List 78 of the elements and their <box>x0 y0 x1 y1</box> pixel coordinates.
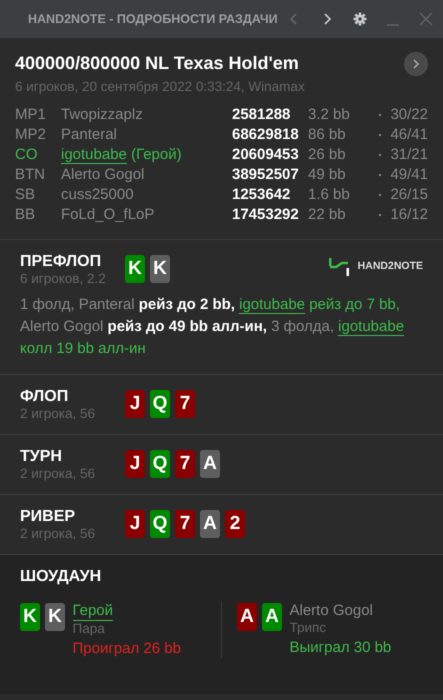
action-log: 1 фолд, Panteral рейз до 2 bb, igotubabe рейз до 7 bb, Alerto Gogol рейз до 49 bb алл-ин, 3 фолда, igotubabe колл 19 bb алл-ин <box>20 295 406 360</box>
playing-card: A <box>237 603 257 632</box>
player-name: FoLd_O_fLoP <box>61 206 154 223</box>
playing-card: K <box>150 254 170 283</box>
stack-cell-text: 3.2 bb <box>308 104 351 125</box>
player-name: Alerto Gogol <box>290 601 374 620</box>
section-title: ШОУДАУН <box>20 567 102 586</box>
street-info: 2 игрока, 56 <box>20 466 96 482</box>
position-cell-text: SB <box>15 184 36 205</box>
player-name: Twopizzaplz <box>61 106 143 123</box>
street-name: ПРЕФЛОП <box>20 252 102 271</box>
position-cell-text: MP2 <box>15 124 47 145</box>
street-name: РИВЕР <box>20 507 76 526</box>
player-id: 1253642 <box>232 184 292 205</box>
player-link[interactable]: igotubabe <box>61 146 127 164</box>
playing-card: Q <box>150 510 170 538</box>
playing-card: A <box>262 603 282 632</box>
player-name: cuss25000 <box>61 186 134 203</box>
street-info: 2 игрока, 56 <box>20 526 96 542</box>
stats-cell: 46/41 <box>390 126 428 143</box>
street-name: ТУРН <box>20 447 63 466</box>
hero-tag: (Герой) <box>131 146 182 163</box>
position-cell: CO <box>15 144 61 165</box>
stack-cell-text: 86 bb <box>308 124 347 145</box>
position-cell-text: BB <box>15 204 36 225</box>
street-info: 2 игрока, 56 <box>20 406 96 422</box>
playing-card: K <box>125 254 145 283</box>
logo-icon <box>328 256 350 278</box>
stats-cell: 26/15 <box>390 186 428 203</box>
minimize-icon <box>386 24 400 26</box>
settings-button[interactable] <box>353 12 367 26</box>
player-link[interactable]: igotubabe <box>239 296 306 314</box>
playing-card: 2 <box>225 510 245 538</box>
stack-cell-text: 26 bb <box>308 144 347 165</box>
player-id: 68629818 <box>232 124 300 145</box>
player-id: 20609453 <box>232 144 300 165</box>
player-name: Panteral <box>61 126 117 143</box>
settings-icon <box>353 12 367 26</box>
logo-text: HAND2NOTE <box>358 258 423 274</box>
chevron-icon <box>411 58 421 68</box>
position-cell: BTN <box>15 164 61 185</box>
player-id: 38952507 <box>232 164 308 185</box>
stats-cell: 31/21 <box>390 146 428 163</box>
stats-cell: 49/41 <box>390 166 428 183</box>
player-link[interactable]: Герой <box>72 601 114 622</box>
hand-title: 400000/800000 NL Texas Hold'em <box>15 52 299 75</box>
street-name: ФЛОП <box>20 387 70 406</box>
hand-rank: Трипс <box>290 620 328 636</box>
stack-cell-text: 22 bb <box>308 204 347 225</box>
playing-card: 7 <box>175 390 195 418</box>
details-button[interactable] <box>404 52 428 76</box>
playing-card: J <box>125 450 145 478</box>
player-id: 17453292 <box>232 204 300 225</box>
player-link[interactable]: igotubabe <box>338 318 404 336</box>
stats-cell: 30/22 <box>390 106 428 123</box>
playing-card: J <box>125 390 145 418</box>
stats-cell: 16/12 <box>390 206 428 223</box>
hand-subtitle: 6 игроков, 20 сентября 2022 0:33:24, Winamax <box>15 78 306 96</box>
stack-cell-text: 1.6 bb <box>308 184 351 205</box>
playing-card: 7 <box>175 450 195 478</box>
close-icon <box>419 12 433 26</box>
playing-card: K <box>45 603 65 632</box>
playing-card: Q <box>150 450 170 478</box>
playing-card: 7 <box>175 510 195 538</box>
stack-cell-text: 49 bb <box>308 164 347 185</box>
position-cell: MP1 <box>15 104 61 125</box>
street-info: 6 игроков, 2.2 <box>20 270 107 287</box>
hand-rank: Пара <box>72 621 106 638</box>
result-text: Выиграл 30 bb <box>290 638 392 658</box>
player-id: 2581288 <box>232 104 292 125</box>
result-text: Проиграл 26 bb <box>72 639 181 658</box>
player-name: Alerto Gogol <box>61 166 144 183</box>
playing-card: K <box>20 603 40 632</box>
playing-card: A <box>200 450 220 478</box>
playing-card: A <box>200 510 220 538</box>
playing-card: Q <box>150 390 170 418</box>
window-title: HAND2NOTE - ПОДРОБНОСТИ РАЗДАЧИ <box>28 10 279 28</box>
playing-card: J <box>125 510 145 538</box>
